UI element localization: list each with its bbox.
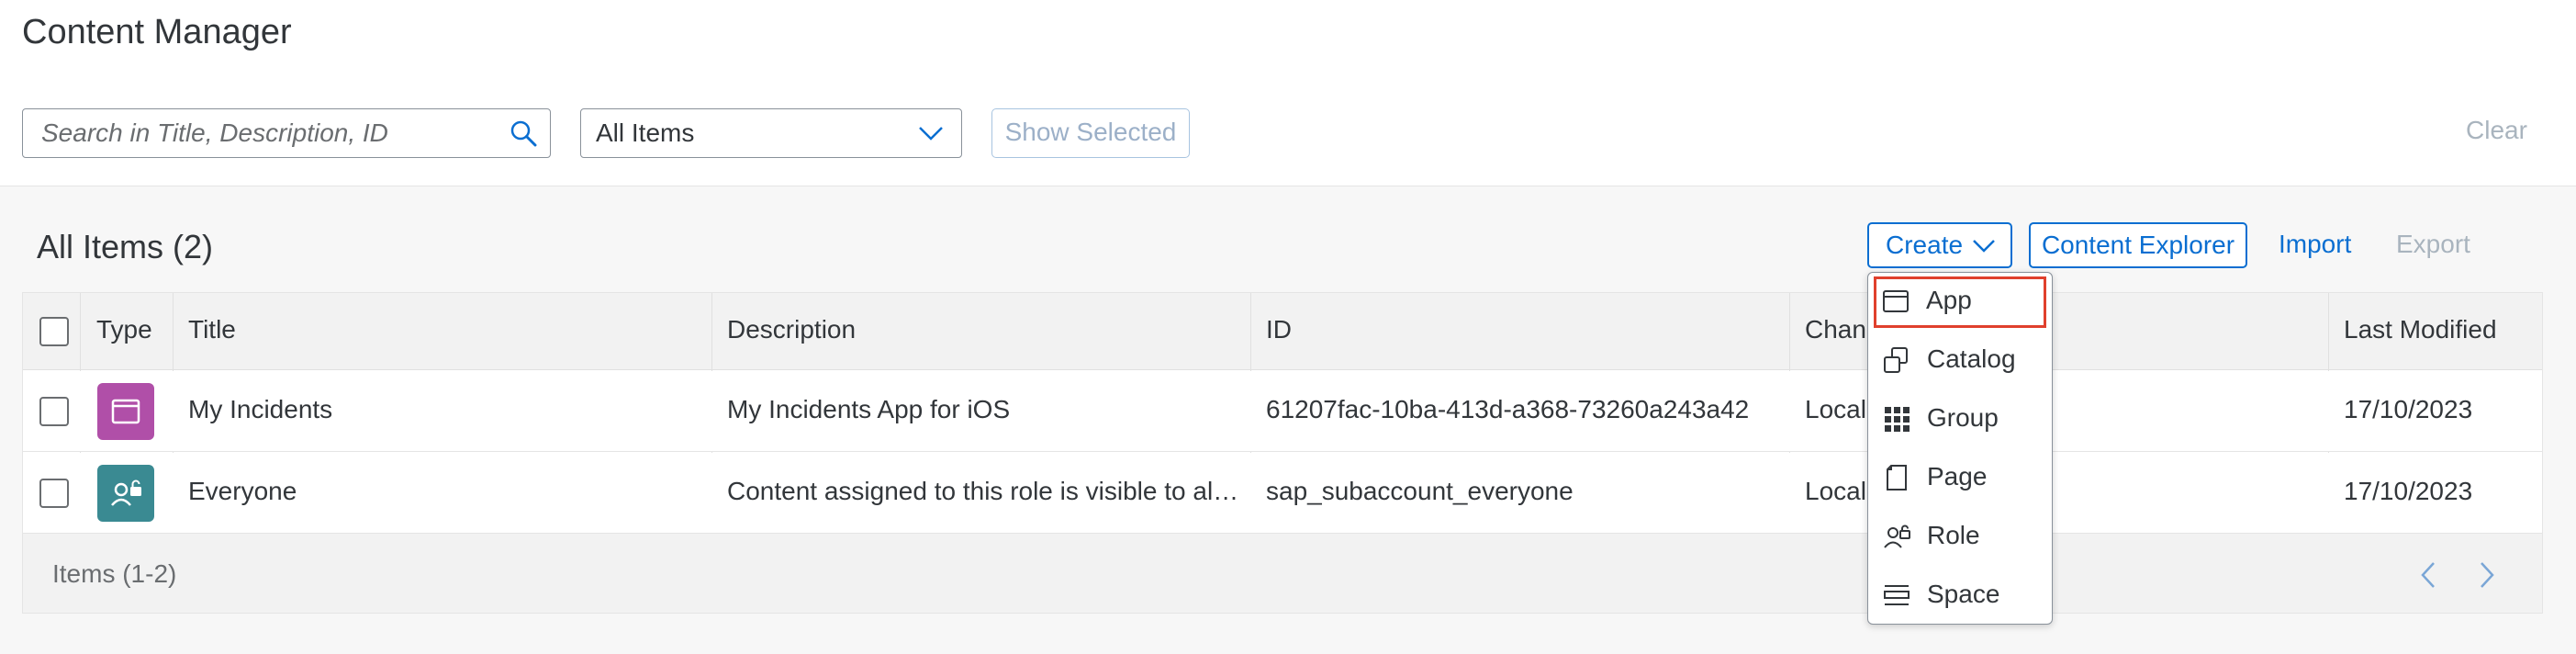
content-table: Type Title Description ID Chan Last Modi… <box>22 292 2543 614</box>
create-label: Create <box>1886 231 1964 259</box>
filter-value: All Items <box>596 118 695 147</box>
items-range: Items (1-2) <box>52 559 177 588</box>
menu-item-catalog[interactable]: Catalog <box>1874 335 2046 387</box>
app-icon <box>97 383 154 440</box>
column-header-last-modified[interactable]: Last Modified <box>2344 315 2497 344</box>
menu-item-app[interactable]: App <box>1874 276 2046 328</box>
menu-item-label: Group <box>1927 403 1999 432</box>
create-menu: App Catalog Group Page Role Space <box>1867 272 2053 625</box>
catalog-icon <box>1884 347 1908 373</box>
items-filter-select[interactable]: All Items <box>580 108 962 158</box>
show-selected-button[interactable]: Show Selected <box>991 108 1190 158</box>
select-all-checkbox[interactable] <box>39 317 69 346</box>
menu-item-label: Catalog <box>1927 344 2016 373</box>
table-header: Type Title Description ID Chan Last Modi… <box>23 293 2542 370</box>
row-title[interactable]: Everyone <box>188 477 297 506</box>
create-button[interactable]: Create <box>1867 222 2012 268</box>
space-icon <box>1884 585 1910 605</box>
row-id: sap_subaccount_everyone <box>1266 477 1574 505</box>
menu-item-label: Role <box>1927 521 1980 549</box>
search-placeholder: Search in Title, Description, ID <box>41 118 388 147</box>
menu-item-space[interactable]: Space <box>1874 570 2046 622</box>
group-grid-icon <box>1885 407 1910 432</box>
row-changed: Local <box>1805 395 1866 423</box>
table-footer: Items (1-2) <box>23 534 2542 613</box>
row-title[interactable]: My Incidents <box>188 395 332 424</box>
table-row[interactable]: Everyone Content assigned to this role i… <box>23 453 2542 534</box>
search-icon[interactable] <box>510 119 537 147</box>
clear-button[interactable]: Clear <box>2466 116 2527 145</box>
content-explorer-button[interactable]: Content Explorer <box>2029 222 2247 268</box>
row-last-modified: 17/10/2023 <box>2344 477 2473 505</box>
row-last-modified: 17/10/2023 <box>2344 395 2473 423</box>
menu-item-label: Page <box>1927 462 1988 490</box>
menu-item-label: App <box>1926 286 1972 314</box>
chevron-down-icon <box>1973 240 1995 253</box>
menu-item-group[interactable]: Group <box>1874 394 2046 445</box>
chevron-left-icon[interactable] <box>2417 559 2439 591</box>
column-header-title[interactable]: Title <box>188 315 236 344</box>
row-id: 61207fac-10ba-413d-a368-73260a243a42 <box>1266 395 1750 423</box>
page-icon <box>1887 465 1907 490</box>
app-window-icon <box>1883 290 1909 312</box>
column-header-description[interactable]: Description <box>727 315 856 344</box>
row-description: Content assigned to this role is visible… <box>727 477 1239 505</box>
table-row[interactable]: My Incidents My Incidents App for iOS 61… <box>23 371 2542 452</box>
column-header-type[interactable]: Type <box>96 315 152 344</box>
column-header-id[interactable]: ID <box>1266 315 1292 344</box>
menu-item-role[interactable]: Role <box>1874 512 2046 563</box>
role-icon <box>97 465 154 522</box>
page-title: Content Manager <box>22 13 292 51</box>
chevron-down-icon <box>919 127 943 141</box>
items-count-title: All Items (2) <box>37 228 214 265</box>
menu-item-label: Space <box>1927 580 2000 608</box>
column-header-changed[interactable]: Chan <box>1805 315 1866 344</box>
menu-item-page[interactable]: Page <box>1874 453 2046 504</box>
row-checkbox[interactable] <box>39 479 69 508</box>
chevron-right-icon[interactable] <box>2476 559 2498 591</box>
export-button[interactable]: Export <box>2396 230 2470 259</box>
row-description: My Incidents App for iOS <box>727 395 1011 423</box>
search-input[interactable]: Search in Title, Description, ID <box>22 108 551 158</box>
row-changed: Local <box>1805 477 1866 505</box>
role-icon <box>1884 524 1910 548</box>
row-checkbox[interactable] <box>39 397 69 426</box>
import-button[interactable]: Import <box>2279 230 2351 259</box>
